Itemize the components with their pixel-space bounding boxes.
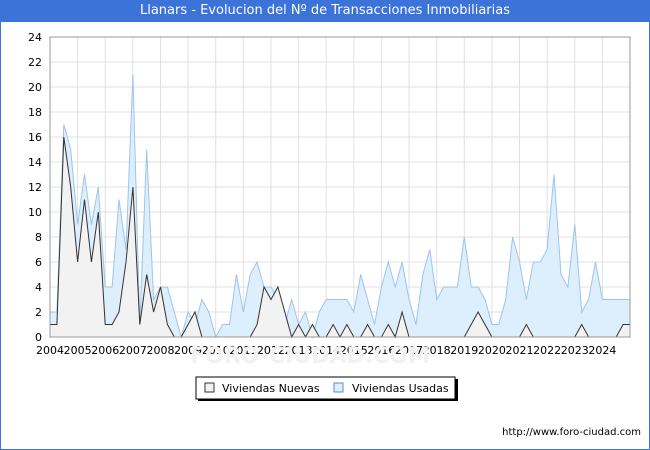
- x-tick-label: 2023: [561, 344, 589, 357]
- x-tick-label: 2008: [146, 344, 174, 357]
- y-tick-label: 10: [28, 206, 42, 219]
- y-tick-label: 2: [35, 306, 42, 319]
- legend-shadow-right: [455, 379, 458, 401]
- y-tick-label: 22: [28, 56, 42, 69]
- x-tick-label: 2021: [506, 344, 534, 357]
- y-tick-label: 4: [35, 281, 42, 294]
- watermark-text: FORO-CIUDAD.COM: [190, 344, 430, 369]
- y-tick-label: 24: [28, 31, 42, 44]
- y-tick-label: 18: [28, 106, 42, 119]
- x-tick-label: 2006: [91, 344, 119, 357]
- y-tick-label: 16: [28, 131, 42, 144]
- legend-swatch-nuevas: [204, 382, 215, 393]
- chart-svg: 0246810121416182022242004 2005 2006 2007 200…: [28, 31, 631, 401]
- x-tick-label: 2024: [588, 344, 616, 357]
- x-tick-label: 2004: [36, 344, 64, 357]
- y-tick-label: 20: [28, 81, 42, 94]
- x-tick-label: 2007: [119, 344, 147, 357]
- y-tick-label: 14: [28, 156, 42, 169]
- x-tick-label: 2019: [450, 344, 478, 357]
- y-tick-label: 0: [35, 331, 42, 344]
- x-tick-label: 2022: [533, 344, 561, 357]
- legend-swatch-usadas: [333, 382, 344, 393]
- area-layer: [50, 74, 630, 339]
- legend: Viviendas Nuevas Viviendas Usadas: [195, 376, 458, 401]
- x-tick-label: 2020: [478, 344, 506, 357]
- x-tick-label: 2005: [64, 344, 92, 357]
- y-tick-label: 6: [35, 256, 42, 269]
- y-tick-label: 12: [28, 181, 42, 194]
- legend-label-nuevas: Viviendas Nuevas: [222, 382, 320, 395]
- footer-url: http://www.foro-ciudad.com: [502, 427, 641, 438]
- legend-label-usadas: Viviendas Usadas: [352, 382, 449, 395]
- y-tick-label: 8: [35, 231, 42, 244]
- legend-shadow-bottom: [198, 399, 458, 401]
